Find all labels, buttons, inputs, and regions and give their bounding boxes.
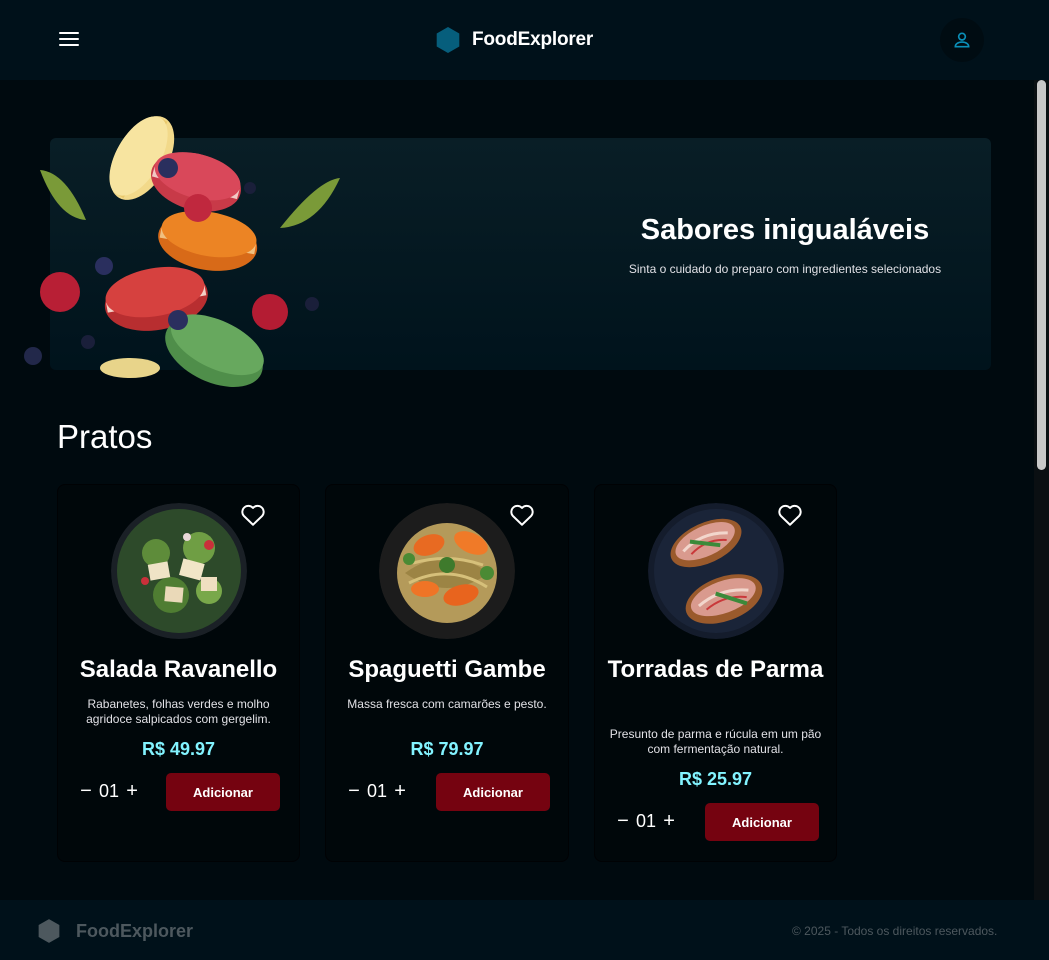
dish-price: R$ 79.97 bbox=[410, 739, 484, 759]
dish-description: Presunto de parma e rúcula em um pão com… bbox=[609, 727, 822, 756]
dish-price: R$ 49.97 bbox=[141, 739, 216, 759]
dish-name[interactable]: Salada Ravanello bbox=[66, 655, 291, 685]
dish-description: Rabanetes, folhas verdes e molho agridoc… bbox=[86, 697, 271, 726]
dish-image-salad[interactable] bbox=[110, 503, 247, 639]
quantity-value: 01 bbox=[636, 811, 657, 831]
section-title: Pratos bbox=[57, 418, 153, 455]
increase-button[interactable]: + bbox=[662, 810, 676, 833]
quantity-value: 01 bbox=[367, 781, 388, 801]
scrollbar-thumb[interactable] bbox=[1037, 80, 1046, 470]
dish-description: Massa fresca com camarões e pesto. bbox=[347, 697, 547, 711]
dish-image-toast[interactable] bbox=[647, 503, 784, 639]
dish-card[interactable]: Spaguetti Gambe Massa fresca com camarõe… bbox=[325, 484, 569, 862]
heart-outline-icon[interactable] bbox=[509, 503, 535, 527]
quantity-stepper: − 01 + bbox=[347, 780, 407, 803]
hexagon-icon bbox=[436, 27, 460, 53]
banner-subtitle: Sinta o cuidado do preparo com ingredien… bbox=[628, 262, 942, 276]
decrease-button[interactable]: − bbox=[616, 810, 630, 833]
dish-image-spaghetti[interactable] bbox=[379, 503, 515, 639]
footer-brand: FoodExplorer bbox=[38, 919, 193, 943]
user-icon bbox=[954, 32, 970, 48]
copyright-text: © 2025 - Todos os direitos reservados. bbox=[792, 924, 998, 938]
footer: FoodExplorer © 2025 - Todos os direitos … bbox=[0, 900, 1049, 960]
hexagon-icon bbox=[38, 919, 60, 943]
banner-title: Sabores inigualáveis bbox=[640, 214, 930, 246]
decrease-button[interactable]: − bbox=[79, 780, 93, 803]
hamburger-menu-icon[interactable] bbox=[56, 28, 82, 52]
brand[interactable]: FoodExplorer bbox=[436, 27, 593, 53]
dish-card[interactable]: Torradas de Parma Presunto de parma e rú… bbox=[594, 484, 837, 862]
quantity-stepper: − 01 + bbox=[616, 810, 676, 833]
scrollbar[interactable] bbox=[1034, 80, 1049, 900]
heart-outline-icon[interactable] bbox=[777, 503, 803, 527]
user-button[interactable] bbox=[940, 18, 984, 62]
quantity-stepper: − 01 + bbox=[79, 780, 139, 803]
top-header: FoodExplorer bbox=[0, 0, 1049, 80]
app-title: FoodExplorer bbox=[472, 29, 594, 50]
dish-name[interactable]: Torradas de Parma bbox=[603, 655, 828, 685]
increase-button[interactable]: + bbox=[393, 780, 407, 803]
dish-price: R$ 25.97 bbox=[678, 769, 753, 789]
footer-title: FoodExplorer bbox=[76, 920, 194, 941]
heart-outline-icon[interactable] bbox=[240, 503, 266, 527]
macarons-illustration bbox=[24, 116, 340, 387]
decrease-button[interactable]: − bbox=[347, 780, 361, 803]
dish-card[interactable]: Salada Ravanello Rabanetes, folhas verde… bbox=[57, 484, 300, 862]
add-button[interactable]: Adicionar bbox=[705, 803, 819, 841]
add-button[interactable]: Adicionar bbox=[436, 773, 550, 811]
dish-name[interactable]: Spaguetti Gambe bbox=[334, 655, 560, 685]
add-button[interactable]: Adicionar bbox=[166, 773, 280, 811]
quantity-value: 01 bbox=[99, 781, 120, 801]
increase-button[interactable]: + bbox=[125, 780, 139, 803]
